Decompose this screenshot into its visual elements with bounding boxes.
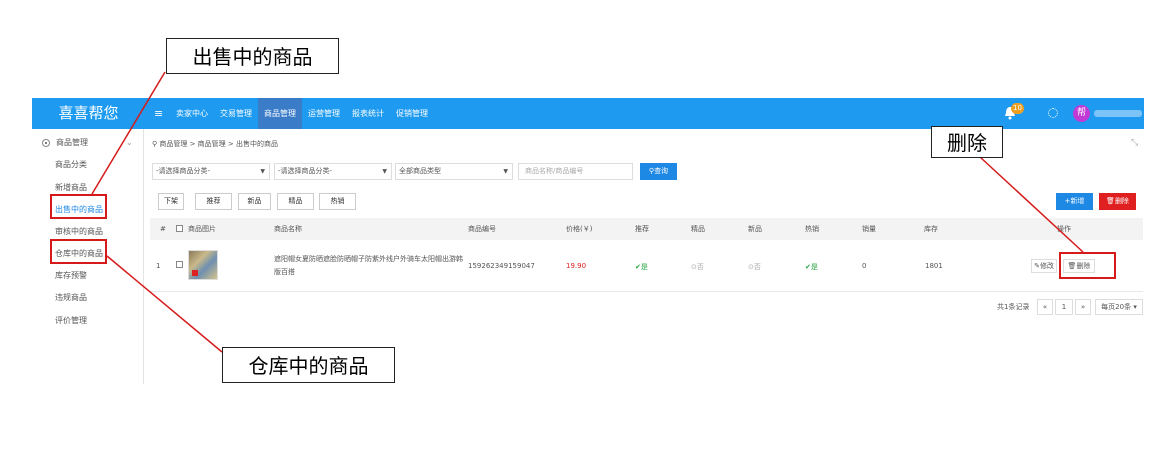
recommend-value: 是 (640, 263, 648, 271)
delete-label: 删除 (1114, 197, 1129, 205)
caret-down-icon: ▼ (503, 168, 508, 175)
th-index: # (160, 225, 166, 233)
caret-down-icon: ▼ (382, 168, 387, 175)
nav-operation[interactable]: 运营管理 (302, 98, 346, 129)
pager-page-1[interactable]: 1 (1055, 299, 1073, 315)
th-operation: 操作 (1057, 225, 1071, 233)
app-logo: 喜喜帮您 (58, 104, 119, 122)
username-redacted (1094, 110, 1142, 117)
sidebar-group-label: 商品管理 (56, 138, 88, 147)
callout-selling: 出售中的商品 (166, 38, 339, 74)
th-new: 新品 (748, 225, 762, 233)
row-index: 1 (156, 262, 161, 270)
product-name[interactable]: 遮阳帽女夏防晒遮脸防晒帽子防紫外线户外骑车太阳帽出游韩版百搭 (274, 253, 464, 279)
add-button[interactable]: +新增 (1056, 193, 1093, 210)
category-select-2[interactable]: -请选择商品分类- ▼ (274, 163, 392, 180)
notification-badge: 10 (1011, 103, 1024, 114)
th-stock: 库存 (924, 225, 938, 233)
delete-button[interactable]: 🗑删除 (1099, 193, 1136, 210)
search-input[interactable]: 商品名称/商品编号 (518, 163, 633, 180)
query-label: 查询 (654, 167, 669, 175)
avatar[interactable]: 帮 (1073, 105, 1090, 122)
select-all-checkbox[interactable] (176, 225, 183, 232)
sidebar-item-add-goods[interactable]: 新增商品 (55, 182, 87, 194)
pager-total: 共1条记录 (997, 303, 1030, 311)
page-size-value: 每页20条 (1101, 303, 1132, 311)
caret-down-icon: ▼ (260, 168, 265, 175)
callout-warehouse: 仓库中的商品 (222, 347, 395, 383)
sidebar-item-violation[interactable]: 违规商品 (55, 292, 87, 304)
radio-icon (42, 139, 50, 147)
pager-prev[interactable]: « (1037, 299, 1053, 315)
table-row: 1 遮阳帽女夏防晒遮脸防晒帽子防紫外线户外骑车太阳帽出游韩版百搭 1592623… (150, 240, 1143, 292)
sidebar-item-reviews[interactable]: 评价管理 (55, 315, 87, 327)
th-price: 价格(￥) (566, 225, 593, 233)
category-select-1-value: -请选择商品分类- (156, 167, 211, 175)
loading-icon[interactable] (1048, 108, 1058, 118)
row-checkbox[interactable] (176, 261, 183, 268)
callout-delete: 删除 (931, 126, 1003, 158)
category-select-2-value: -请选择商品分类- (278, 167, 333, 175)
trash-icon: 🗑 (1106, 197, 1115, 205)
edit-button[interactable]: ✎修改 (1031, 259, 1057, 273)
new-button[interactable]: 新品 (238, 193, 271, 210)
recommend-status[interactable]: ✔是 (635, 262, 648, 272)
pager-next[interactable]: » (1075, 299, 1091, 315)
product-thumbnail[interactable] (188, 250, 218, 280)
chevron-down-icon: ⌄ (126, 138, 133, 147)
fullscreen-icon[interactable]: ⤡ (1131, 138, 1138, 148)
add-label: 新增 (1070, 197, 1085, 205)
nav-goods[interactable]: 商品管理 (258, 98, 302, 129)
sidebar-item-reviewing[interactable]: 审核中的商品 (55, 226, 103, 238)
highlight-selling (50, 194, 107, 219)
nav-seller-center[interactable]: 卖家中心 (170, 98, 214, 129)
nav-trade[interactable]: 交易管理 (214, 98, 258, 129)
edit-label: 修改 (1039, 262, 1054, 270)
th-boutique: 精品 (691, 225, 705, 233)
breadcrumb-text: 商品管理 > 商品管理 > 出售中的商品 (159, 140, 278, 148)
table-header: # 商品图片 商品名称 商品编号 价格(￥) 推荐 精品 新品 热销 销量 库存… (150, 218, 1143, 240)
sidebar-item-category[interactable]: 商品分类 (55, 159, 87, 171)
boutique-value: 否 (696, 263, 704, 271)
th-sales: 销量 (862, 225, 876, 233)
sales-value: 0 (862, 262, 867, 270)
breadcrumb: ⚲ 商品管理 > 商品管理 > 出售中的商品 (152, 139, 278, 149)
nav-promotion[interactable]: 促销管理 (390, 98, 434, 129)
boutique-status[interactable]: ⊙否 (691, 262, 704, 272)
nav-report[interactable]: 报表统计 (346, 98, 390, 129)
top-navbar: 喜喜帮您 ≡ 卖家中心 交易管理 商品管理 运营管理 报表统计 促销管理 10 … (32, 98, 1144, 129)
boutique-button[interactable]: 精品 (277, 193, 314, 210)
new-status[interactable]: ⊙否 (748, 262, 761, 272)
th-code: 商品编号 (468, 225, 496, 233)
sidebar-item-stock-alert[interactable]: 库存预警 (55, 270, 87, 282)
main-nav: 卖家中心 交易管理 商品管理 运营管理 报表统计 促销管理 (170, 98, 434, 129)
highlight-delete (1059, 252, 1116, 279)
highlight-warehouse (50, 239, 107, 264)
unshelve-button[interactable]: 下架 (158, 193, 184, 210)
hot-value: 是 (810, 263, 818, 271)
type-select[interactable]: 全部商品类型 ▼ (395, 163, 513, 180)
hot-button[interactable]: 热销 (319, 193, 356, 210)
product-price: 19.90 (566, 262, 587, 270)
query-button[interactable]: ⚲查询 (640, 163, 677, 180)
new-value: 否 (753, 263, 761, 271)
recommend-button[interactable]: 推荐 (195, 193, 232, 210)
th-hot: 热销 (805, 225, 819, 233)
th-image: 商品图片 (188, 225, 216, 233)
th-recommend: 推荐 (635, 225, 649, 233)
caret-down-icon: ▾ (1133, 303, 1137, 311)
product-code: 159262349159047 (468, 262, 535, 270)
screenshot-root: 喜喜帮您 ≡ 卖家中心 交易管理 商品管理 运营管理 报表统计 促销管理 10 … (0, 0, 1168, 457)
th-name: 商品名称 (274, 225, 302, 233)
menu-toggle-icon[interactable]: ≡ (154, 98, 163, 129)
category-select-1[interactable]: -请选择商品分类- ▼ (152, 163, 270, 180)
sidebar-group-goods[interactable]: 商品管理 ⌄ (32, 133, 144, 153)
hot-status[interactable]: ✔是 (805, 262, 818, 272)
page-size-select[interactable]: 每页20条 ▾ (1095, 299, 1143, 315)
type-select-value: 全部商品类型 (399, 167, 441, 175)
stock-value: 1801 (925, 262, 943, 270)
